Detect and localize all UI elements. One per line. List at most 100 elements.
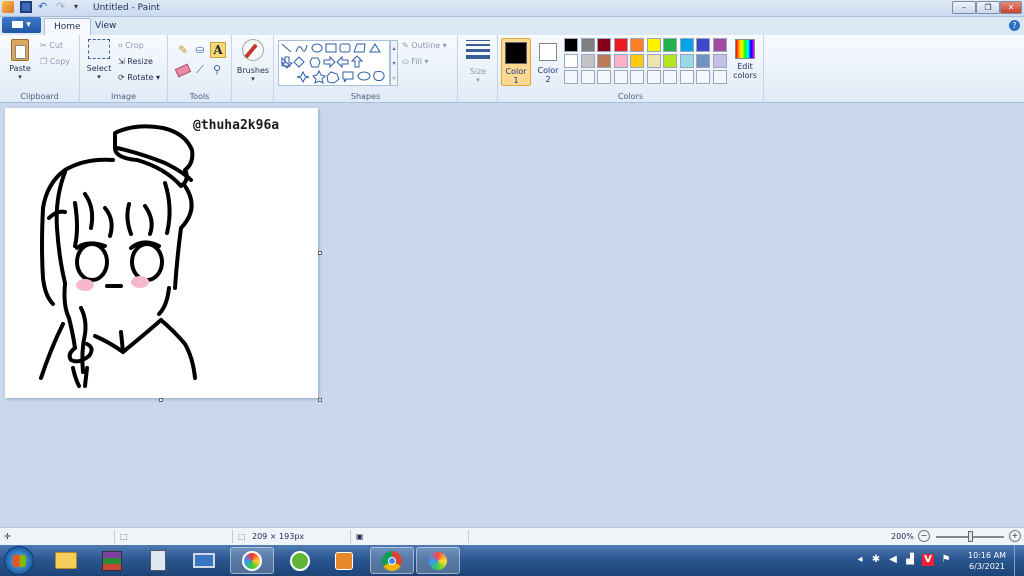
show-desktop-button[interactable]	[1014, 545, 1024, 576]
colors-group-label: Colors	[617, 92, 644, 101]
bluetooth-icon[interactable]: ✱	[870, 554, 882, 566]
taskbar-network-app[interactable]	[182, 547, 226, 574]
palette-swatch[interactable]	[696, 38, 710, 52]
palette-swatch[interactable]	[712, 54, 727, 68]
select-button[interactable]: Select ▾	[85, 39, 113, 81]
show-hidden-icons[interactable]: ◂	[854, 554, 866, 566]
color-picker-icon[interactable]: ⟋	[193, 63, 207, 77]
antivirus-icon[interactable]: V	[922, 554, 934, 566]
palette-swatch[interactable]	[597, 54, 611, 68]
palette-swatch[interactable]	[663, 70, 677, 84]
taskbar-chrome[interactable]	[370, 547, 414, 574]
taskbar-explorer[interactable]	[44, 547, 88, 574]
rotate-button[interactable]: ⟳ Rotate ▾	[118, 73, 160, 82]
resize-button[interactable]: ⇲ Resize	[118, 57, 153, 66]
close-button[interactable]: ✕	[1000, 1, 1022, 14]
zoom-in-button[interactable]: +	[1009, 530, 1021, 542]
palette-swatch[interactable]	[712, 70, 727, 84]
save-icon[interactable]	[20, 1, 32, 13]
paint-icon	[242, 550, 262, 571]
drawing-canvas[interactable]: @thuha2k96a	[5, 108, 318, 398]
magnifier-icon[interactable]: ⚲	[210, 63, 224, 77]
palette-swatch[interactable]	[646, 38, 661, 52]
paint-app-icon[interactable]	[2, 1, 14, 13]
fill-button[interactable]: ⛀ Fill ▾	[402, 57, 429, 66]
palette-swatch[interactable]	[613, 38, 628, 52]
palette-swatch[interactable]	[679, 70, 694, 84]
palette-swatch[interactable]	[679, 54, 694, 68]
palette-swatch[interactable]	[646, 70, 661, 84]
palette-swatch[interactable]	[597, 38, 611, 52]
palette-swatch[interactable]	[564, 38, 578, 52]
color1-button[interactable]: Color 1	[501, 38, 531, 86]
shapes-scroll[interactable]: ▴ ▾ ▿	[390, 40, 398, 86]
resize-handle-corner[interactable]	[318, 398, 322, 402]
shapes-group-label: Shapes	[350, 92, 381, 101]
zoom-slider[interactable]	[936, 531, 1004, 542]
zoom-slider-thumb[interactable]	[968, 531, 973, 542]
palette-swatch[interactable]	[630, 70, 644, 84]
zoom-out-button[interactable]: −	[918, 530, 930, 542]
network-signal-icon[interactable]: ▟	[904, 554, 916, 566]
tab-view[interactable]: View	[86, 18, 125, 35]
paste-button[interactable]: Paste ▾	[6, 39, 34, 81]
palette-swatch[interactable]	[663, 54, 677, 68]
taskbar-paint-window[interactable]	[416, 547, 460, 574]
palette-swatch[interactable]	[580, 54, 595, 68]
shapes-gallery[interactable]	[278, 40, 390, 86]
tools-group-label: Tools	[189, 92, 210, 101]
palette-swatch[interactable]	[712, 38, 727, 52]
color-palette	[564, 38, 730, 90]
palette-swatch[interactable]	[580, 70, 595, 84]
paint-window-icon	[429, 551, 447, 570]
outline-button[interactable]: ✎ Outline ▾	[402, 41, 447, 50]
maximize-button[interactable]: ❐	[976, 1, 1000, 14]
copy-button[interactable]: ❐ Copy	[40, 57, 70, 66]
minimize-button[interactable]: –	[952, 1, 976, 14]
status-bar: ✛ ⬚ ⬚ 209 × 193px ▣ 200% − +	[0, 527, 1024, 545]
eraser-icon[interactable]	[174, 63, 192, 78]
palette-swatch[interactable]	[696, 70, 710, 84]
palette-swatch[interactable]	[663, 38, 677, 52]
taskbar-paint[interactable]	[230, 547, 274, 574]
edit-colors-button[interactable]: Edit colors	[730, 39, 760, 80]
brushes-button[interactable]: Brushes ▾	[235, 39, 271, 83]
palette-swatch[interactable]	[580, 38, 595, 52]
palette-swatch[interactable]	[679, 38, 694, 52]
size-button[interactable]: Size ▾	[462, 40, 494, 84]
palette-swatch[interactable]	[564, 54, 578, 68]
taskbar-calculator[interactable]	[136, 547, 180, 574]
start-button[interactable]	[4, 546, 34, 575]
file-menu-button[interactable]: ▾	[2, 17, 41, 33]
palette-swatch[interactable]	[613, 54, 628, 68]
palette-swatch[interactable]	[646, 54, 661, 68]
customize-toolbar-icon[interactable]: ▾	[74, 1, 86, 13]
volume-icon[interactable]: ◀	[887, 554, 899, 566]
tab-home[interactable]: Home	[44, 18, 91, 35]
palette-swatch[interactable]	[696, 54, 710, 68]
taskbar-media-player[interactable]	[322, 547, 366, 574]
paste-icon	[11, 39, 29, 61]
palette-swatch[interactable]	[597, 70, 611, 84]
pencil-icon[interactable]: ✎	[176, 43, 190, 57]
taskbar-winrar[interactable]	[90, 547, 134, 574]
fill-icon[interactable]: ⛀	[193, 43, 207, 57]
undo-icon[interactable]: ↶	[38, 1, 50, 13]
cut-button[interactable]: ✂ Cut	[40, 41, 63, 50]
palette-swatch[interactable]	[564, 70, 578, 84]
color2-button[interactable]: Color 2	[533, 38, 563, 86]
palette-swatch[interactable]	[630, 54, 644, 68]
redo-icon[interactable]: ↷	[56, 1, 68, 13]
crop-button[interactable]: ⌗ Crop	[118, 41, 144, 51]
resize-handle-bottom[interactable]	[159, 398, 163, 402]
text-icon[interactable]: A	[210, 42, 226, 58]
calculator-icon	[150, 550, 166, 571]
palette-swatch[interactable]	[613, 70, 628, 84]
palette-swatch[interactable]	[630, 38, 644, 52]
system-clock[interactable]: 10:16 AM 6/3/2021	[968, 550, 1006, 572]
help-icon[interactable]: ?	[1009, 20, 1020, 31]
taskbar-coccoc[interactable]	[278, 547, 322, 574]
image-group-label: Image	[110, 92, 137, 101]
action-center-icon[interactable]: ⚑	[940, 554, 952, 566]
resize-handle-right[interactable]	[318, 251, 322, 255]
